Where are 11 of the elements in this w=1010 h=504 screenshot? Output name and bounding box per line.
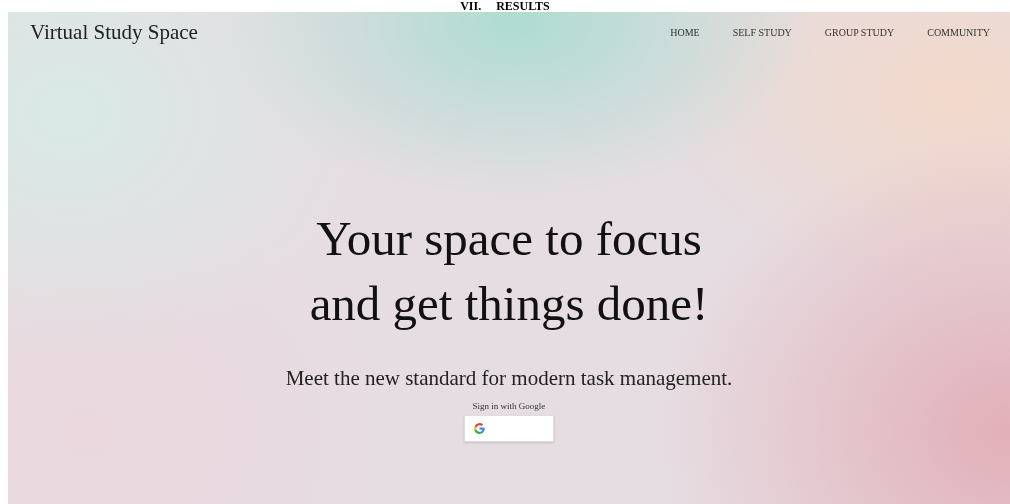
sign-in-label: Sign in with Google	[472, 401, 546, 411]
document-heading: VII. RESULTS	[460, 0, 550, 12]
nav-link[interactable]: COMMUNITY	[927, 26, 990, 38]
google-sign-in-button[interactable]	[464, 415, 554, 442]
nav-link[interactable]: SELF STUDY	[732, 26, 792, 38]
site-title[interactable]: Virtual Study Space	[30, 19, 198, 45]
google-g-icon	[473, 422, 486, 435]
subtitle: Meet the new standard for modern task management.	[285, 366, 733, 391]
nav-link[interactable]: HOME	[670, 26, 700, 38]
headline: Your space to focus and get things done!	[309, 210, 709, 333]
nav-link[interactable]: GROUP STUDY	[824, 26, 895, 38]
